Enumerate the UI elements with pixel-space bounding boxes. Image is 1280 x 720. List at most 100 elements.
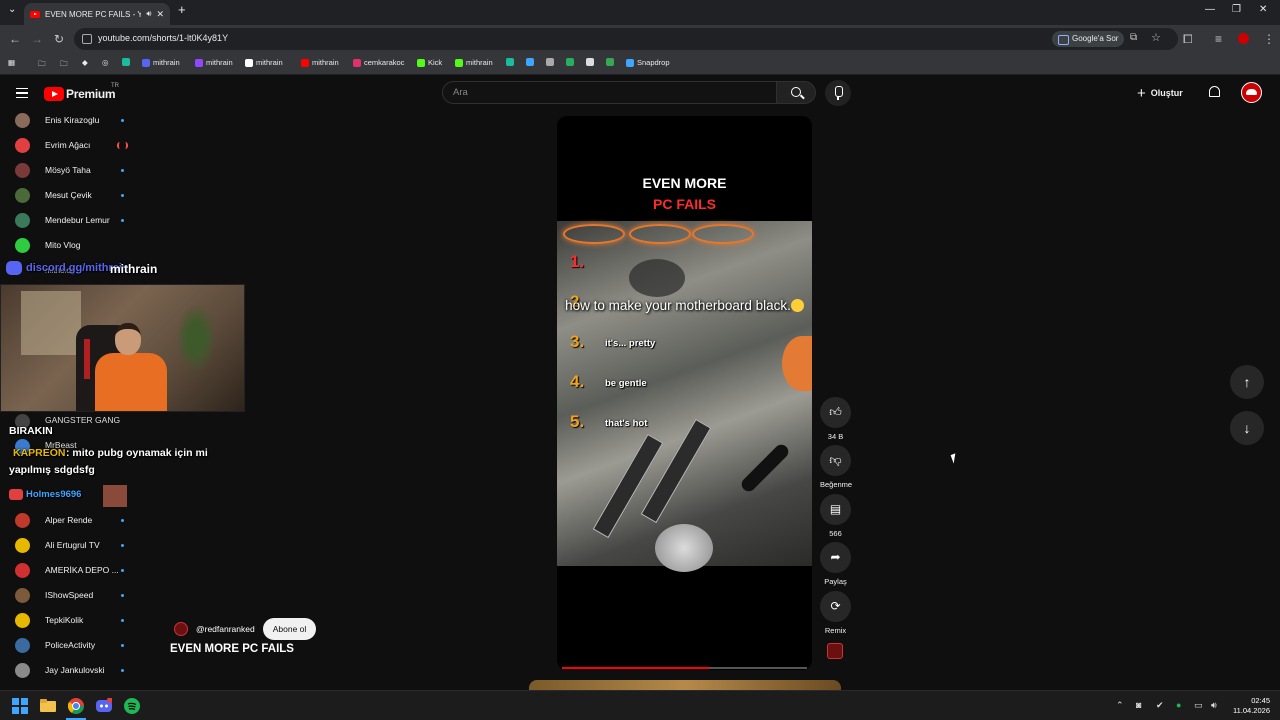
next-short-button[interactable]: ↓: [1230, 411, 1264, 445]
bookmark-maps-icon[interactable]: [606, 58, 614, 66]
windows-start-icon[interactable]: [12, 698, 28, 714]
sidebar-item-label: Mendebur Lemur: [45, 215, 110, 225]
site-info-icon[interactable]: [82, 34, 92, 44]
file-explorer-icon[interactable]: [40, 698, 56, 714]
google-ask-button[interactable]: Google'a Sor: [1052, 31, 1125, 47]
bookmark-mithrain-x[interactable]: mithrain: [245, 58, 283, 67]
sidebar-item-subscription[interactable]: Evrim Ağacı: [0, 133, 160, 158]
bookmark-star-icon[interactable]: ☆: [1151, 31, 1161, 44]
sidebar-item-subscription[interactable]: PoliceActivity: [0, 633, 160, 658]
new-content-dot: [121, 619, 124, 622]
subscribe-button[interactable]: Abone ol: [262, 618, 317, 640]
tray-app-icon[interactable]: ✔: [1156, 700, 1164, 711]
sidebar-item-subscription[interactable]: Mendebur Lemur: [0, 208, 160, 233]
search-input[interactable]: Ara: [442, 81, 777, 104]
bookmark-kick[interactable]: Kick: [417, 58, 442, 67]
comment-count: 566: [829, 529, 842, 538]
bookmark-icon[interactable]: ◆: [82, 58, 88, 67]
reload-icon[interactable]: ↻: [54, 32, 64, 46]
comments-button[interactable]: ▤ 566: [820, 494, 851, 538]
shorts-video-player[interactable]: EVEN MORE PC FAILS 1. 2. 3. it's... pretty 4…: [557, 116, 812, 670]
bookmark-icon[interactable]: [526, 58, 534, 66]
tab-search-icon[interactable]: ⌄: [8, 4, 16, 15]
bookmark-cemkarakoc[interactable]: cemkarakoc: [353, 58, 404, 67]
sidebar-item-subscription[interactable]: Alper Rende: [0, 508, 160, 533]
video-title-line2: PC FAILS: [652, 196, 716, 212]
bookmark-icon[interactable]: [546, 58, 554, 66]
sidebar-item-subscription[interactable]: IShowSpeed: [0, 583, 160, 608]
discord-taskbar-icon[interactable]: [96, 697, 113, 714]
bookmark-mithrain-discord[interactable]: mithrain: [142, 58, 180, 67]
bookmark-mithrain-kick[interactable]: mithrain: [455, 58, 493, 67]
sidebar-item-subscription[interactable]: TepkiKolik: [0, 608, 160, 633]
browser-tab-active[interactable]: EVEN MORE PC FAILS - You 🔊︎ ✕: [24, 3, 170, 25]
sidebar-item-gangster-gang[interactable]: GANGSTER GANG: [45, 415, 120, 425]
tab-close-icon[interactable]: ✕: [156, 9, 164, 20]
youtube-logo-icon[interactable]: [44, 87, 64, 101]
tray-discord-icon[interactable]: ◙: [1136, 700, 1141, 710]
bookmark-mithrain-youtube[interactable]: mithrain: [301, 58, 339, 67]
bookmark-mithrain-twitch[interactable]: mithrain: [195, 58, 233, 67]
video-overlay-title: EVEN MORE PC FAILS: [557, 173, 812, 215]
bookmark-icon[interactable]: [586, 58, 594, 66]
previous-short-button[interactable]: ↑: [1230, 365, 1264, 399]
dislike-button[interactable]: 👎︎ Beğenme: [820, 445, 852, 489]
sidebar-item-subscription[interactable]: AMERİKA DEPO ...: [0, 558, 160, 583]
tray-spotify-icon[interactable]: ●: [1176, 700, 1181, 710]
new-tab-button[interactable]: +: [178, 2, 186, 17]
profile-icon[interactable]: [1238, 33, 1249, 44]
media-control-icon[interactable]: ≡: [1215, 32, 1222, 46]
chrome-icon[interactable]: [67, 698, 84, 714]
install-icon[interactable]: ⧉: [1130, 32, 1137, 43]
tab-audio-icon[interactable]: 🔊︎: [146, 9, 151, 19]
share-icon: ➦: [820, 542, 851, 573]
channel-name[interactable]: @redfanranked: [196, 624, 255, 634]
menu-dots-icon[interactable]: ⋮: [1263, 32, 1275, 46]
mouse: [629, 259, 685, 297]
remix-button[interactable]: ⟳ Remix: [820, 591, 851, 635]
discord-overlay-name: mithrain: [110, 262, 158, 276]
account-avatar[interactable]: [1241, 82, 1262, 103]
close-window-button[interactable]: ✕: [1259, 4, 1267, 15]
minimize-button[interactable]: —: [1205, 4, 1215, 15]
maximize-button[interactable]: ❐: [1232, 4, 1241, 15]
bookmark-snapdrop[interactable]: Snapdrop: [626, 58, 670, 67]
next-short-preview[interactable]: [529, 680, 841, 690]
folder-icon[interactable]: 🗀︎: [60, 58, 68, 71]
voice-search-icon[interactable]: [825, 80, 851, 106]
share-button[interactable]: ➦ Paylaş: [820, 542, 851, 586]
remix-icon: ⟳: [820, 591, 851, 622]
address-bar[interactable]: youtube.com/shorts/1-lt0K4y81Y Google'a …: [74, 28, 1178, 50]
extensions-icon[interactable]: ⧠: [1183, 32, 1193, 47]
short-title[interactable]: EVEN MORE PC FAILS: [170, 643, 294, 655]
bookmark-icon[interactable]: [122, 58, 130, 66]
video-progress-bar[interactable]: [562, 667, 807, 669]
tray-overflow-icon[interactable]: ⌃: [1116, 700, 1124, 711]
menu-icon[interactable]: [16, 88, 28, 98]
search-button[interactable]: [776, 81, 816, 104]
audio-source-thumbnail[interactable]: [827, 643, 843, 659]
pcie-slot: [592, 433, 664, 539]
notifications-bell-icon[interactable]: [1209, 86, 1220, 97]
sidebar-item-subscription[interactable]: Mito Vlog: [0, 233, 160, 258]
sidebar-item-subscription[interactable]: Mösyö Taha: [0, 158, 160, 183]
bookmark-icon[interactable]: ◎: [102, 58, 109, 67]
sidebar-item-subscription[interactable]: Enis Kirazoglu: [0, 108, 160, 133]
spotify-icon[interactable]: [124, 698, 140, 714]
bookmark-icon[interactable]: [566, 58, 574, 66]
like-button[interactable]: 👍︎ 34 B: [820, 397, 851, 441]
sidebar-item-subscription[interactable]: Mesut Çevik: [0, 183, 160, 208]
create-button[interactable]: + Oluştur: [1137, 84, 1183, 102]
sidebar-item-subscription[interactable]: Jay Jankulovski: [0, 658, 160, 683]
apps-grid-icon[interactable]: ▦: [8, 58, 15, 67]
bookmark-icon[interactable]: [506, 58, 514, 66]
volume-icon[interactable]: 🔊︎: [1211, 700, 1217, 711]
forward-icon[interactable]: →: [31, 32, 43, 46]
folder-icon[interactable]: 🗀︎: [38, 58, 46, 71]
sidebar-item-subscription[interactable]: Ali Ertugrul TV: [0, 533, 160, 558]
premium-label: Premium: [66, 87, 116, 101]
channel-avatar[interactable]: [174, 622, 188, 636]
system-clock[interactable]: 02:45 11.04.2026: [1224, 696, 1270, 716]
back-icon[interactable]: ←: [9, 32, 21, 46]
tray-display-icon[interactable]: ▭: [1194, 700, 1203, 711]
